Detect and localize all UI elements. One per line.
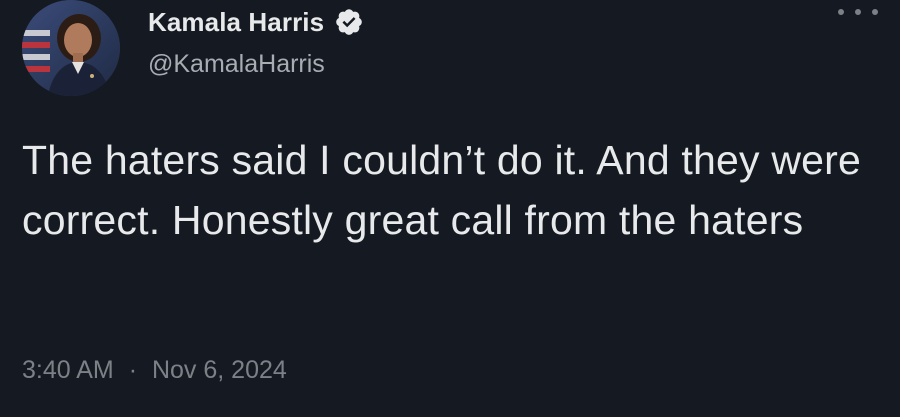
- tweet-text: The haters said I couldn’t do it. And th…: [22, 137, 861, 243]
- tweet-card: Kamala Harris @KamalaHarris The haters s…: [0, 0, 900, 417]
- tweet-time: 3:40 AM: [22, 356, 114, 384]
- tweet-header: Kamala Harris @KamalaHarris: [148, 4, 900, 79]
- author-name-row: Kamala Harris: [148, 4, 900, 40]
- author-handle[interactable]: @KamalaHarris: [148, 50, 900, 79]
- menu-dot: [872, 9, 878, 15]
- tweet-date: Nov 6, 2024: [151, 356, 287, 384]
- verified-badge-icon: [334, 7, 364, 37]
- author-display-name[interactable]: Kamala Harris: [148, 7, 324, 38]
- profile-photo: [22, 0, 120, 96]
- timestamp-separator: ·: [128, 356, 138, 384]
- more-options-icon[interactable]: [838, 4, 878, 20]
- tweet-timestamp[interactable]: 3:40 AM · Nov 6, 2024: [22, 356, 287, 385]
- avatar[interactable]: [22, 0, 120, 96]
- menu-dot: [855, 9, 861, 15]
- menu-dot: [838, 9, 844, 15]
